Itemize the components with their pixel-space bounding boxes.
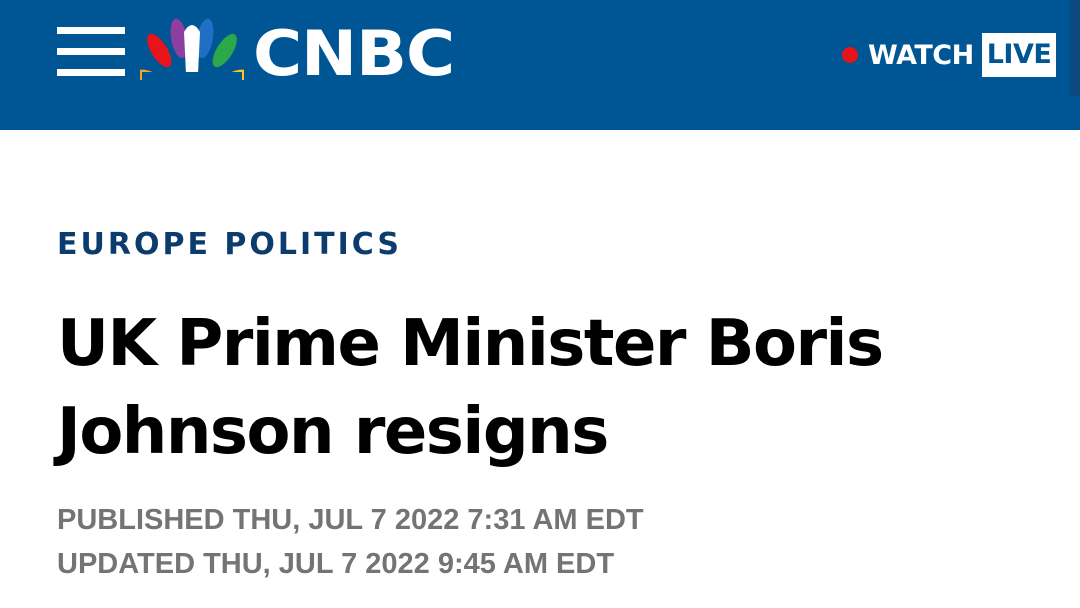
watch-live-button[interactable]: WATCH LIVE — [842, 33, 1057, 77]
live-dot-icon — [842, 47, 858, 63]
article-headline: UK Prime Minister Boris Johnson resigns — [57, 307, 884, 469]
site-header: CNBC WATCH LIVE — [0, 0, 1080, 130]
live-badge: LIVE — [981, 33, 1057, 77]
watch-label: WATCH — [868, 39, 974, 71]
published-timestamp: PUBLISHED THU, JUL 7 2022 7:31 AM EDT — [57, 504, 644, 536]
section-link[interactable]: EUROPE POLITICS — [57, 227, 402, 263]
updated-timestamp: UPDATED THU, JUL 7 2022 9:45 AM EDT — [57, 548, 615, 580]
cnbc-logo[interactable]: CNBC — [253, 22, 455, 86]
header-edge — [1070, 0, 1080, 96]
hamburger-menu-icon[interactable] — [57, 27, 125, 77]
nbc-peacock-icon[interactable] — [140, 14, 244, 80]
